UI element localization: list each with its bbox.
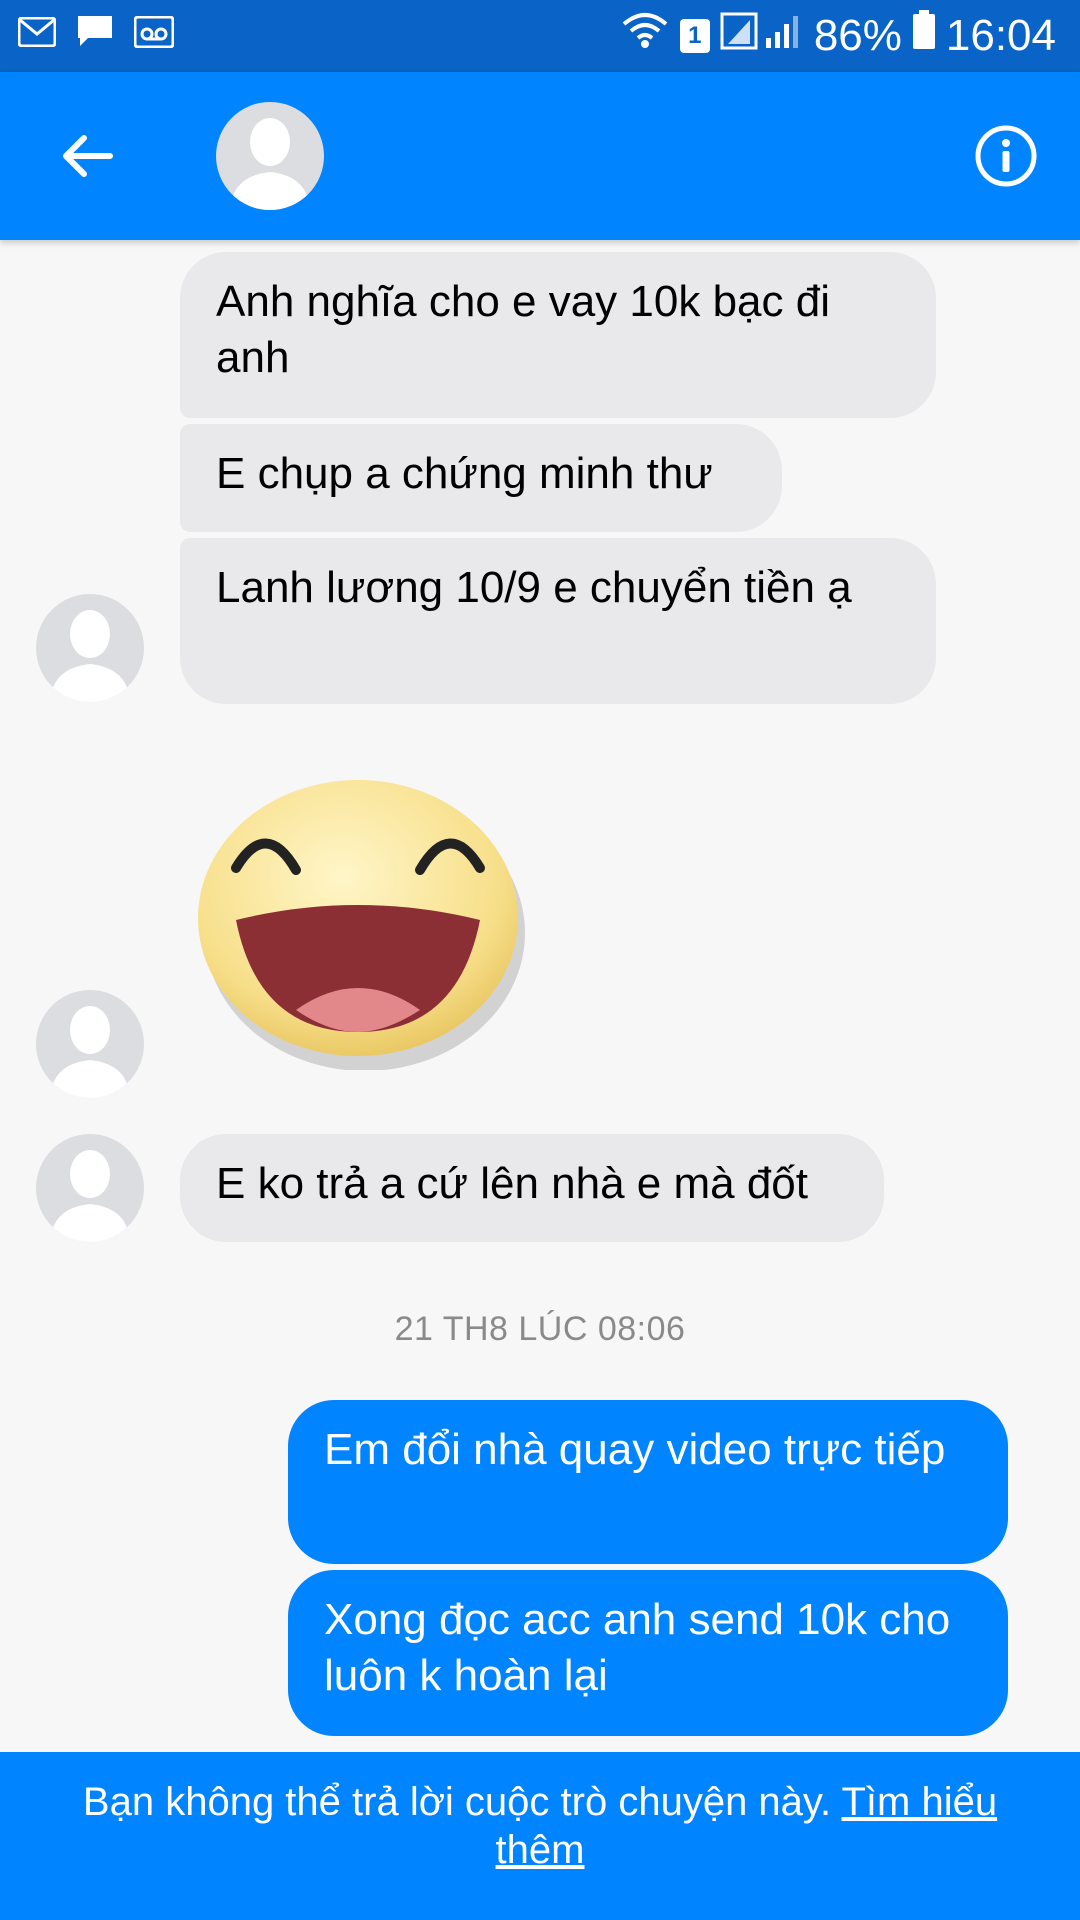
- info-button[interactable]: [974, 124, 1038, 188]
- outgoing-message[interactable]: Xong đọc acc anh send 10k cho luôn k hoà…: [288, 1570, 1008, 1736]
- wifi-icon: [620, 10, 670, 61]
- signal-icon: [720, 10, 804, 61]
- contact-avatar[interactable]: [216, 102, 324, 210]
- cannot-reply-banner: Bạn không thể trả lời cuộc trò chuyện nà…: [0, 1752, 1080, 1920]
- arrow-left-icon: [63, 135, 113, 177]
- battery-percent: 86%: [813, 10, 902, 60]
- sim-slot-badge: 1: [679, 18, 710, 53]
- incoming-message[interactable]: E chụp a chứng minh thư: [180, 424, 782, 532]
- sender-avatar[interactable]: [36, 594, 144, 702]
- status-bar: 1 86% 16:04: [0, 0, 1080, 72]
- message-icon: [76, 14, 114, 55]
- incoming-message[interactable]: E ko trả a cứ lên nhà e mà đốt: [180, 1134, 884, 1242]
- outgoing-message[interactable]: Em đổi nhà quay video trực tiếp: [288, 1400, 1008, 1564]
- conversation-header: [0, 72, 1080, 240]
- voicemail-icon: [133, 15, 175, 53]
- incoming-message[interactable]: Anh nghĩa cho e vay 10k bạc đi anh: [180, 252, 936, 418]
- message-timestamp: 21 TH8 LÚC 08:06: [394, 1310, 686, 1348]
- sender-avatar[interactable]: [36, 1134, 144, 1242]
- battery-icon: [912, 10, 936, 61]
- sender-avatar[interactable]: [36, 990, 144, 1098]
- incoming-message[interactable]: Lanh lương 10/9 e chuyển tiền ạ: [180, 538, 936, 704]
- back-button[interactable]: [52, 120, 124, 192]
- cannot-reply-text: Bạn không thể trả lời cuộc trò chuyện nà…: [82, 1780, 832, 1824]
- status-time: 16:04: [945, 10, 1056, 60]
- gmail-icon: [17, 16, 57, 52]
- laughing-sticker[interactable]: [196, 770, 526, 1071]
- info-icon: [975, 125, 1037, 187]
